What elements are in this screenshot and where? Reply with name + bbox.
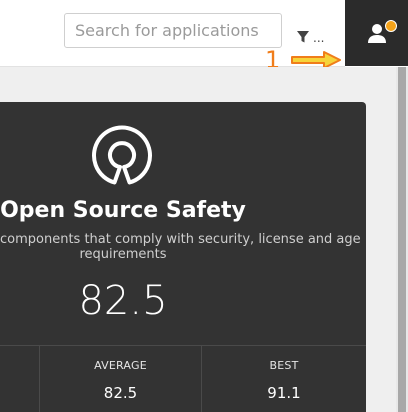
stat-cell-best: BEST 91.1	[202, 346, 366, 412]
open-source-safety-card[interactable]: Open Source Safety components that compl…	[0, 102, 366, 412]
stat-cell-first	[0, 346, 40, 412]
search-placeholder: Search for applications	[75, 21, 259, 40]
stat-label-best: BEST	[269, 359, 299, 372]
scrollbar-thumb[interactable]	[398, 67, 406, 412]
stat-value-best: 91.1	[267, 384, 301, 402]
card-description-line2: requirements	[79, 247, 167, 262]
card-title: Open Source Safety	[0, 198, 246, 223]
stat-cell-average: AVERAGE 82.5	[40, 346, 202, 412]
filter-button[interactable]: ...	[296, 26, 330, 44]
open-source-logo-icon	[92, 125, 152, 185]
filter-icon	[297, 31, 309, 43]
notification-badge	[385, 20, 397, 32]
card-score: 82.5	[78, 278, 168, 324]
stat-value-average: 82.5	[103, 384, 138, 402]
stat-label-average: AVERAGE	[94, 359, 147, 372]
card-description: components that comply with security, li…	[0, 232, 361, 262]
card-description-line1: components that comply with security, li…	[0, 232, 361, 247]
filter-more: ...	[313, 31, 325, 45]
stats-row: AVERAGE 82.5 BEST 91.1	[0, 345, 366, 412]
user-profile-button[interactable]	[345, 0, 408, 66]
search-input[interactable]: Search for applications	[64, 13, 282, 48]
